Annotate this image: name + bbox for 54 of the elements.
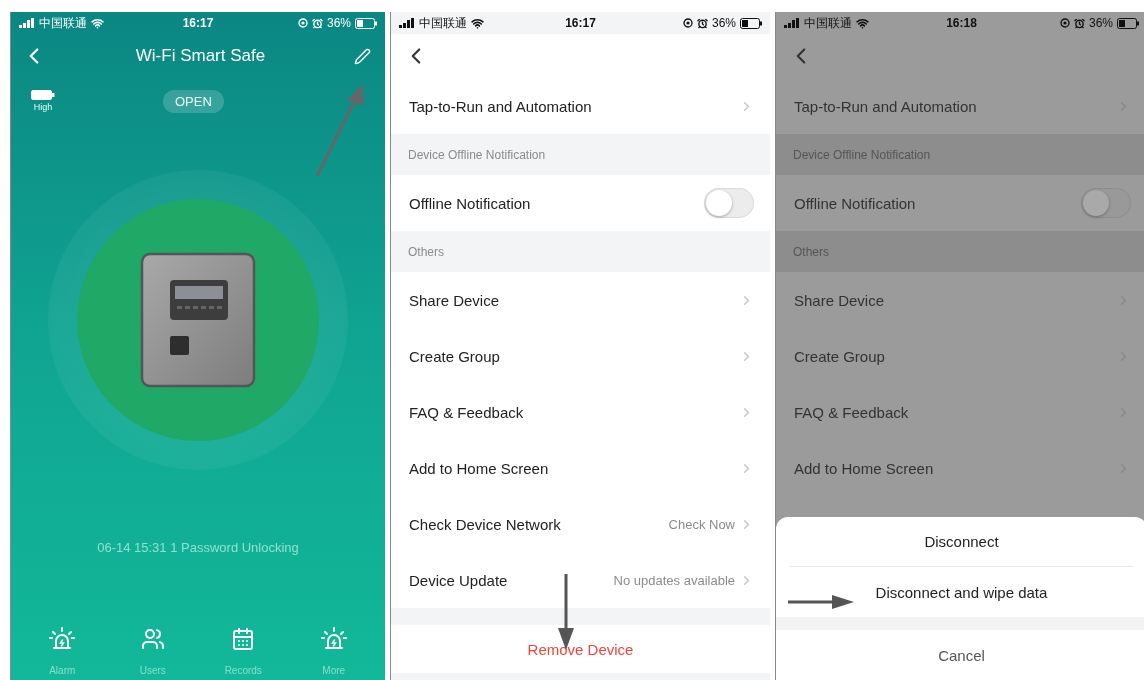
battery-percent: 36% <box>1088 16 1113 30</box>
wifi-icon <box>91 16 104 30</box>
alarm-clock-icon <box>1073 17 1085 29</box>
annotation-arrow <box>788 594 854 610</box>
toggle-switch[interactable] <box>704 188 754 218</box>
screen-title: Wi-Fi Smart Safe <box>135 46 266 66</box>
orientation-lock-icon <box>1059 18 1070 28</box>
last-event-text: 06-14 15:31 1 Password Unlocking <box>96 540 300 555</box>
battery-level-label: High <box>33 102 53 112</box>
carrier-name: 中国联通 <box>39 14 87 32</box>
battery-level-icon <box>31 90 55 100</box>
signal-icon <box>399 18 415 28</box>
settings-row[interactable]: Check Device Network Check Now <box>391 496 770 552</box>
settings-row[interactable]: Tap-to-Run and Automation <box>391 78 770 134</box>
alarm-clock-icon <box>311 17 323 29</box>
clock-time: 16:17 <box>565 16 596 30</box>
carrier-name: 中国联通 <box>804 14 852 32</box>
lock-status-badge: OPEN <box>163 90 224 113</box>
siren-icon <box>320 627 347 651</box>
pencil-icon <box>354 47 371 65</box>
battery-percent: 36% <box>711 16 736 30</box>
clock-time: 16:17 <box>182 16 214 30</box>
setting-label: Offline Notification <box>794 194 916 212</box>
setting-label: Offline Notification <box>409 194 531 212</box>
carrier-name: 中国联通 <box>419 14 467 32</box>
siren-icon <box>49 627 76 651</box>
settings-row[interactable]: Create Group <box>391 328 770 384</box>
row-value: Check Now <box>668 516 735 532</box>
wifi-icon <box>856 16 869 30</box>
orientation-lock-icon <box>297 18 308 28</box>
users-icon <box>140 627 165 651</box>
wifi-icon <box>471 16 484 30</box>
settings-row[interactable]: Add to Home Screen <box>391 440 770 496</box>
toggle-switch[interactable] <box>1081 188 1131 218</box>
clock-time: 16:18 <box>946 16 977 30</box>
battery-percent: 36% <box>326 16 351 30</box>
row-value: No updates available <box>613 572 735 588</box>
section-header: Others <box>408 244 444 259</box>
battery-icon <box>740 17 762 29</box>
settings-row[interactable]: Device Update No updates available <box>391 552 770 608</box>
remove-device-button[interactable]: Remove Device <box>391 625 770 673</box>
battery-icon <box>355 17 377 29</box>
signal-icon <box>784 18 800 28</box>
edit-button[interactable] <box>354 47 371 65</box>
calendar-icon <box>231 627 256 651</box>
battery-icon <box>1117 17 1139 29</box>
orientation-lock-icon <box>682 18 693 28</box>
alarm-clock-icon <box>696 17 708 29</box>
section-header: Device Offline Notification <box>793 147 931 162</box>
section-header: Device Offline Notification <box>408 147 546 162</box>
section-header: Others <box>793 244 829 259</box>
settings-row[interactable]: Share Device <box>391 272 770 328</box>
settings-row[interactable]: FAQ & Feedback <box>391 384 770 440</box>
signal-icon <box>19 18 35 28</box>
